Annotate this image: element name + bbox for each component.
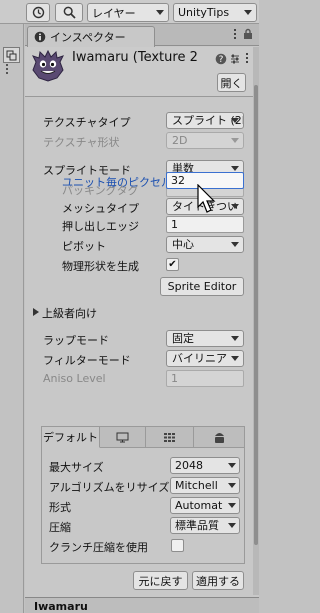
- texture-shape-value: 2D: [172, 134, 188, 147]
- chevron-down-icon: [228, 523, 236, 528]
- layers-label: レイヤー: [92, 6, 136, 20]
- chevron-down-icon: [231, 138, 239, 143]
- asset-title: Iwamaru (Texture 2: [72, 50, 198, 65]
- layout-label: UnityTips: [178, 6, 230, 19]
- chevron-down-icon: [231, 204, 239, 209]
- filter-mode-dropdown[interactable]: バイリニア: [166, 350, 244, 367]
- resize-algorithm-value: Mitchell: [175, 479, 218, 492]
- wrap-mode-value: 固定: [172, 332, 194, 345]
- generate-physics-checkbox[interactable]: ✔: [166, 258, 179, 271]
- left-panel-strip: [0, 24, 24, 613]
- compression-value: 標準品質: [175, 519, 219, 532]
- max-size-dropdown[interactable]: 2048: [170, 457, 240, 474]
- max-size-label: 最大サイズ: [49, 461, 104, 474]
- ppu-label: ユニット毎のピクセル数: [62, 176, 183, 189]
- hierarchy-toggle[interactable]: [3, 47, 20, 63]
- format-label: 形式: [49, 501, 71, 514]
- extrude-edges-input[interactable]: 1: [166, 216, 244, 233]
- chevron-down-icon: [231, 336, 239, 341]
- tab-menu-icon[interactable]: [234, 29, 236, 39]
- chevron-down-icon: [231, 356, 239, 361]
- open-button[interactable]: 開く: [217, 73, 246, 92]
- wrap-mode-dropdown[interactable]: 固定: [166, 330, 244, 347]
- chevron-down-icon: [231, 242, 239, 247]
- texture-type-dropdown[interactable]: スプライト (2D: [166, 112, 244, 129]
- help-icon[interactable]: ?: [215, 53, 227, 65]
- pivot-value: 中心: [172, 238, 194, 251]
- crunch-label: クランチ圧縮を使用: [49, 541, 148, 554]
- layers-dropdown[interactable]: レイヤー: [87, 3, 169, 22]
- chevron-right-icon[interactable]: [33, 308, 39, 316]
- tab-inspector[interactable]: インスペクター: [27, 26, 155, 47]
- grid-icon: [164, 433, 175, 442]
- compression-dropdown[interactable]: 標準品質: [170, 517, 240, 534]
- chevron-down-icon: [228, 503, 236, 508]
- tab-default[interactable]: デフォルト: [42, 427, 100, 448]
- layout-dropdown[interactable]: UnityTips: [173, 3, 257, 22]
- resize-algorithm-dropdown[interactable]: Mitchell: [170, 477, 240, 494]
- pivot-dropdown[interactable]: 中心: [166, 236, 244, 253]
- filter-mode-label: フィルターモード: [43, 354, 131, 367]
- preview-title: Iwamaru: [34, 600, 88, 613]
- tab-standalone[interactable]: [100, 427, 146, 448]
- tab-default-label: デフォルト: [43, 431, 98, 444]
- history-icon: [32, 6, 44, 19]
- texture-shape-label: テクスチャ形状: [43, 136, 120, 149]
- chevron-down-icon: [231, 166, 239, 171]
- tab-android[interactable]: [194, 427, 244, 448]
- chevron-down-icon: [231, 118, 239, 123]
- layout-icon: [6, 50, 17, 60]
- filter-mode-value: バイリニア: [172, 352, 227, 365]
- mouse-cursor-icon: [197, 184, 216, 213]
- mesh-type-label: メッシュタイプ: [62, 202, 139, 215]
- chevron-down-icon: [156, 10, 164, 15]
- aniso-level-label: Aniso Level: [43, 372, 106, 385]
- chevron-down-icon: [244, 10, 252, 15]
- search-icon: [63, 6, 76, 19]
- apply-button[interactable]: 適用する: [192, 571, 244, 590]
- crunch-checkbox[interactable]: [171, 539, 184, 552]
- tab-webgl[interactable]: [146, 427, 194, 448]
- svg-text:?: ?: [219, 55, 224, 65]
- texture-type-label: テクスチャタイプ: [43, 116, 131, 129]
- sprite-editor-button[interactable]: Sprite Editor: [160, 277, 244, 296]
- format-value: Automat: [175, 499, 223, 512]
- asset-thumbnail: [30, 48, 66, 84]
- compression-label: 圧縮: [49, 521, 71, 534]
- settings-sliders-icon[interactable]: [229, 53, 241, 65]
- iwamaru-sprite-icon: [32, 49, 64, 82]
- tab-inspector-label: インスペクター: [50, 31, 126, 44]
- wrap-mode-label: ラップモード: [43, 334, 109, 347]
- info-icon: [34, 31, 46, 43]
- advanced-foldout[interactable]: 上級者向け: [42, 305, 97, 321]
- aniso-level-input: 1: [166, 370, 244, 387]
- scrollbar-thumb[interactable]: [254, 85, 258, 545]
- revert-button[interactable]: 元に戻す: [133, 571, 188, 590]
- lock-icon[interactable]: [242, 28, 254, 40]
- chevron-down-icon: [228, 463, 236, 468]
- generate-physics-label: 物理形状を生成: [62, 260, 139, 273]
- max-size-value: 2048: [175, 459, 203, 472]
- pivot-label: ピボット: [62, 240, 106, 253]
- resize-algorithm-label: アルゴリズムをリサイズ: [49, 481, 170, 494]
- dots-icon: [6, 64, 9, 76]
- more-menu-icon[interactable]: [246, 53, 248, 63]
- android-icon: [214, 433, 224, 443]
- texture-shape-dropdown: 2D: [166, 132, 244, 149]
- search-button[interactable]: [55, 3, 83, 22]
- format-dropdown[interactable]: Automat: [170, 497, 240, 514]
- history-button[interactable]: [26, 3, 50, 22]
- chevron-down-icon: [228, 483, 236, 488]
- monitor-icon: [116, 432, 129, 443]
- extrude-edges-label: 押し出しエッジ: [62, 220, 139, 233]
